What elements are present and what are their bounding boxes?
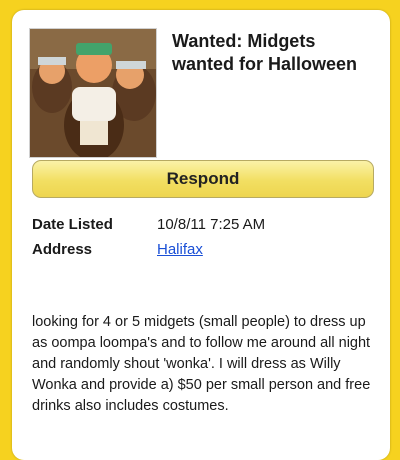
address-row: Address Halifax: [32, 239, 377, 261]
listing-photo[interactable]: [29, 28, 157, 158]
date-listed-value: 10/8/11 7:25 AM: [157, 216, 266, 233]
date-listed-label: Date Listed: [32, 216, 113, 233]
address-link[interactable]: Halifax: [157, 239, 203, 261]
date-listed-row: Date Listed 10/8/11 7:25 AM: [32, 214, 377, 236]
respond-button[interactable]: Respond: [32, 160, 374, 198]
listing-description: looking for 4 or 5 midgets (small people…: [32, 314, 371, 414]
listing-photo-image: [30, 29, 156, 157]
address-label: Address: [32, 241, 93, 258]
listing-details: Date Listed 10/8/11 7:25 AM Address Hali…: [32, 214, 377, 264]
listing-card: Wanted: Midgets wanted for Halloween Res…: [12, 10, 390, 460]
listing-title: Wanted: Midgets wanted for Halloween: [172, 31, 358, 74]
